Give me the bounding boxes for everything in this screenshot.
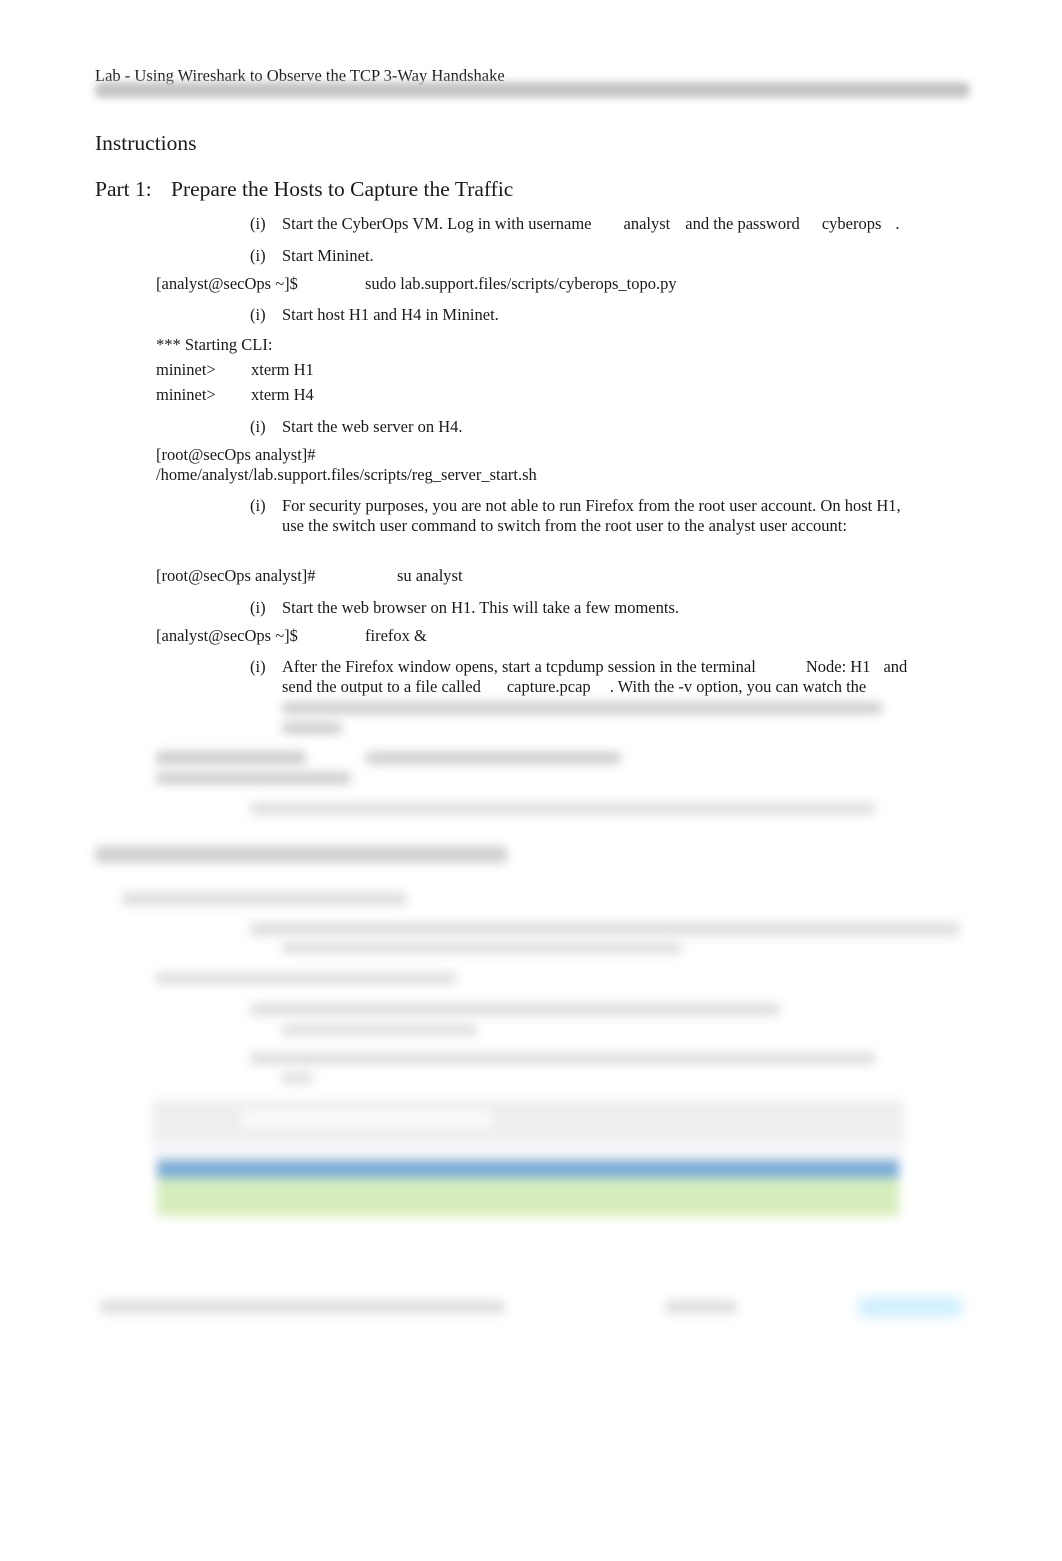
blurred-line (250, 922, 960, 936)
filename-value: capture.pcap (506, 677, 591, 696)
step-text: and the password (685, 214, 800, 233)
shell-command: firefox & (365, 626, 427, 645)
step-text: For security purposes, you are not able … (282, 496, 901, 535)
blurred-line (366, 752, 621, 764)
shell-command: /home/analyst/lab.support.files/scripts/… (156, 465, 537, 484)
step-text: Start Mininet. (282, 246, 374, 265)
blurred-line (156, 772, 351, 784)
step-text: send the output to a file called (282, 677, 481, 696)
shell-command: sudo lab.support.files/scripts/cyberops_… (365, 274, 677, 293)
blurred-line (122, 892, 407, 906)
step-marker: (i) (250, 598, 266, 617)
command-line: [root@secOps analyst]# su analyst (156, 566, 463, 586)
step-text: . (895, 214, 900, 233)
shell-command: su analyst (397, 566, 463, 585)
shell-prompt: [analyst@secOps ~]$ (156, 274, 298, 293)
wireshark-screenshot (152, 1100, 904, 1218)
step-text: Start the web server on H4. (282, 417, 463, 436)
blurred-line (250, 802, 875, 815)
step-text: . With the -v option, you can watch the (609, 677, 867, 696)
blurred-line (282, 1072, 312, 1084)
shell-prompt: mininet> (156, 385, 216, 404)
command-line: mininet> xterm H1 (156, 360, 314, 380)
blurred-footer-copyright (100, 1300, 505, 1314)
cli-banner: *** Starting CLI: (156, 335, 273, 354)
part-number: Part 1: (95, 177, 152, 201)
command-line: [analyst@secOps ~]$ sudo lab.support.fil… (156, 274, 677, 294)
packet-list-header (152, 1140, 904, 1160)
step-marker: (i) (250, 246, 266, 265)
step-marker: (i) (250, 305, 266, 324)
username-value: analyst (623, 214, 671, 233)
part-1-heading: Part 1: Prepare the Hosts to Capture the … (95, 177, 513, 202)
selected-packet-row (157, 1160, 899, 1178)
step-marker: (i) (250, 657, 266, 676)
shell-prompt: [root@secOps analyst]# (156, 445, 316, 464)
blurred-line (282, 942, 682, 954)
shell-command: xterm H1 (251, 360, 314, 379)
shell-prompt: [analyst@secOps ~]$ (156, 626, 298, 645)
shell-prompt: mininet> (156, 360, 216, 379)
blurred-heading (95, 846, 507, 863)
step-text: Start host H1 and H4 in Mininet. (282, 305, 499, 324)
part-title: Prepare the Hosts to Capture the Traffic (171, 177, 514, 201)
shell-prompt: [root@secOps analyst]# (156, 566, 316, 585)
command-line: mininet> xterm H4 (156, 385, 314, 405)
blurred-line (282, 722, 342, 734)
step-marker: (i) (250, 417, 266, 436)
shell-command: xterm H4 (251, 385, 314, 404)
tcp-packet-rows (157, 1178, 899, 1216)
blurred-line (250, 1052, 875, 1065)
blurred-line (282, 702, 882, 714)
step-text: and (883, 657, 908, 676)
display-filter-field (242, 1110, 492, 1128)
blurred-line (156, 972, 456, 985)
step-marker: (i) (250, 214, 266, 233)
step-marker: (i) (250, 496, 266, 515)
step-text: After the Firefox window opens, start a … (282, 657, 756, 676)
password-value: cyberops (821, 214, 882, 233)
node-label: Node: H1 (805, 657, 871, 676)
blurred-footer-link (858, 1297, 962, 1317)
blurred-line (156, 751, 306, 765)
section-title: Instructions (95, 131, 197, 155)
step-text: Start the web browser on H1. This will t… (282, 598, 679, 617)
command-line: [analyst@secOps ~]$ firefox & (156, 626, 427, 646)
blurred-line (250, 1003, 780, 1016)
step-text: Start the CyberOps VM. Log in with usern… (282, 214, 592, 233)
blurred-footer-page (665, 1300, 737, 1314)
blurred-line (282, 1024, 477, 1036)
header-rule (95, 82, 970, 98)
